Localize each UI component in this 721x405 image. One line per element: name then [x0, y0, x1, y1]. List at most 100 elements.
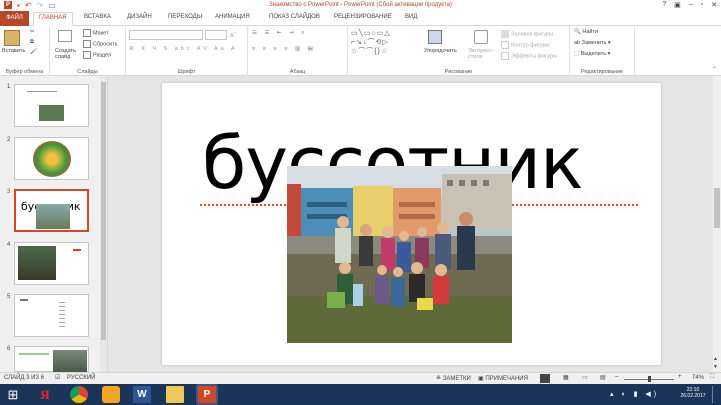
ribbon-display-icon[interactable]: ▣	[674, 1, 681, 9]
shape-outline-button[interactable]: Контур фигуры	[501, 41, 549, 49]
tab-file[interactable]: ФАЙЛ	[0, 11, 29, 26]
shapes-gallery[interactable]: ▭╲▭○▭△ ⌐↘↓⌒⟲▷ ☆⌒⌒{}☆	[351, 29, 419, 61]
status-bar: СЛАЙД 3 ИЗ 6 ☑ РУССКИЙ ≜ ЗАМЕТКИ ▣ ПРИМЕ…	[0, 372, 721, 384]
find-button[interactable]: 🔍 Найти	[574, 29, 598, 35]
zoom-out-icon[interactable]: –	[615, 374, 618, 380]
shape-fill-icon	[501, 30, 509, 38]
collapse-ribbon-icon[interactable]: ⌃	[712, 66, 717, 73]
powerpoint-taskbar-icon[interactable]: P	[198, 386, 216, 403]
reset-label: Сбросить	[93, 41, 118, 48]
tab-slideshow[interactable]: ПОКАЗ СЛАЙДОВ	[269, 14, 320, 20]
select-button[interactable]: ⬚ Выделить ▾	[574, 51, 610, 57]
font-style-buttons[interactable]: Ж К Ч S abc AV Aa A	[129, 46, 238, 52]
thumbnail-slide-5[interactable]	[14, 294, 89, 337]
tab-view[interactable]: ВИД	[405, 14, 417, 20]
show-desktop-button[interactable]	[712, 386, 719, 403]
layout-button[interactable]: Макет	[83, 29, 109, 37]
current-slide[interactable]: буссотник	[162, 83, 661, 365]
zoom-level[interactable]: 74%	[692, 375, 704, 381]
thumbnail-slide-1[interactable]	[14, 84, 89, 127]
tab-home[interactable]: ГЛАВНАЯ	[33, 12, 73, 26]
tab-transitions[interactable]: ПЕРЕХОДЫ	[168, 14, 202, 20]
quick-styles-icon[interactable]	[474, 30, 488, 44]
tab-review[interactable]: РЕЦЕНЗИРОВАНИЕ	[334, 14, 392, 20]
clipboard-group: Вставить ✂ ⧉ 🖌 Буфер обмена	[0, 26, 50, 76]
thumbnail-slide-3[interactable]: буссотник	[14, 189, 89, 232]
clock[interactable]: 22:10 26.02.2017	[680, 387, 706, 399]
word-icon[interactable]: W	[133, 386, 151, 403]
new-slide-button[interactable]: Создать слайд	[55, 48, 81, 60]
format-painter-icon[interactable]: 🖌	[30, 49, 37, 55]
drawing-group: ▭╲▭○▭△ ⌐↘↓⌒⟲▷ ☆⌒⌒{}☆ Упорядочить Экспресс-…	[348, 26, 570, 76]
zoom-in-icon[interactable]: +	[678, 374, 682, 380]
thumbnail-slide-6[interactable]	[14, 346, 89, 372]
thumbnail-text-line	[19, 353, 49, 355]
file-explorer-icon[interactable]	[166, 386, 184, 403]
reading-view-icon[interactable]: ▭	[582, 374, 588, 381]
slide-sorter-icon[interactable]: ▦	[563, 374, 569, 381]
thumbnail-photo	[18, 246, 56, 280]
quick-styles-button[interactable]: Экспресс-стили	[468, 48, 496, 60]
prev-slide-icon[interactable]: ▲	[713, 356, 718, 362]
slide-vertical-scrollbar[interactable]: ▲ ▼	[713, 76, 721, 372]
next-slide-icon[interactable]: ▼	[713, 364, 718, 370]
font-name-input[interactable]	[129, 30, 203, 40]
grow-font-icon[interactable]: A+	[230, 30, 236, 39]
section-button[interactable]: Раздел	[83, 51, 111, 59]
yandex-browser-icon[interactable]: Я	[36, 386, 54, 403]
minimize-icon[interactable]: –	[689, 1, 693, 9]
replace-button[interactable]: ab Заменить ▾	[574, 40, 611, 46]
chrome-icon[interactable]	[70, 386, 88, 403]
copy-icon[interactable]: ⧉	[30, 39, 34, 46]
slide-scroll-thumb[interactable]	[714, 188, 720, 228]
find-label: Найти	[582, 29, 599, 35]
shape-fill-button[interactable]: Заливка фигуры	[501, 30, 553, 38]
help-icon[interactable]: ?	[662, 1, 666, 9]
thumbnails-scroll-thumb[interactable]	[101, 82, 106, 340]
font-group-label: Шрифт	[177, 69, 196, 75]
slide-photo[interactable]	[287, 166, 512, 343]
slideshow-view-icon[interactable]: ▤	[600, 374, 606, 381]
thumbnail-red-text	[73, 249, 81, 251]
thumbnails-scrollbar[interactable]	[100, 76, 107, 372]
normal-view-icon[interactable]	[540, 374, 550, 383]
thumbnail-photo	[36, 204, 70, 229]
tray-icons[interactable]: ▴ ◐ ▮ ◀)	[610, 390, 659, 398]
thumbnail-text-block	[59, 302, 65, 330]
close-icon[interactable]: ✕	[711, 1, 717, 9]
fit-slide-icon[interactable]: ⛶	[710, 374, 714, 381]
paste-button[interactable]: Вставить	[2, 48, 25, 54]
tab-insert[interactable]: ВСТАВКА	[84, 14, 111, 20]
arrange-icon[interactable]	[428, 30, 442, 44]
thumbnail-slide-2[interactable]	[14, 137, 89, 180]
thumbnail-number: 6	[7, 346, 11, 352]
zoom-slider-thumb[interactable]	[648, 376, 651, 382]
notes-label: ЗАМЕТКИ	[442, 376, 471, 382]
editing-group: 🔍 Найти ab Заменить ▾ ⬚ Выделить ▾ Редак…	[570, 26, 635, 76]
thumbnail-title-line	[27, 91, 57, 92]
list-buttons[interactable]: ☰ ☰ ⇤ ⇥ ≡	[252, 30, 307, 36]
thumbnail-number: 2	[7, 137, 11, 143]
comments-button[interactable]: ▣ ПРИМЕЧАНИЯ	[478, 375, 528, 382]
media-player-icon[interactable]	[102, 386, 120, 403]
spellcheck-icon[interactable]: ☑	[55, 374, 60, 381]
align-buttons[interactable]: ≡ ≡ ≡ ≡ ▥ ▤	[252, 46, 316, 52]
font-size-input[interactable]	[205, 30, 227, 40]
shape-effects-label: Эффекты фигуры	[511, 53, 557, 60]
language-indicator[interactable]: РУССКИЙ	[67, 375, 95, 381]
thumbnail-slide-4[interactable]	[14, 242, 89, 285]
tab-design[interactable]: ДИЗАЙН	[127, 14, 152, 20]
tab-animations[interactable]: АНИМАЦИЯ	[215, 14, 250, 20]
cut-icon[interactable]: ✂	[30, 29, 35, 35]
paste-icon[interactable]	[4, 30, 20, 46]
maximize-icon[interactable]: ▫	[701, 1, 703, 9]
shape-effects-button[interactable]: Эффекты фигуры	[501, 52, 557, 60]
group-photo-image	[287, 166, 512, 343]
editing-group-label: Редактирование	[581, 69, 623, 75]
section-label: Раздел	[93, 52, 112, 59]
start-button-icon[interactable]: ⊞	[4, 386, 22, 403]
notes-button[interactable]: ≜ ЗАМЕТКИ	[436, 375, 471, 382]
reset-button[interactable]: Сбросить	[83, 40, 117, 48]
arrange-button[interactable]: Упорядочить	[424, 48, 457, 54]
new-slide-icon[interactable]	[58, 30, 72, 42]
